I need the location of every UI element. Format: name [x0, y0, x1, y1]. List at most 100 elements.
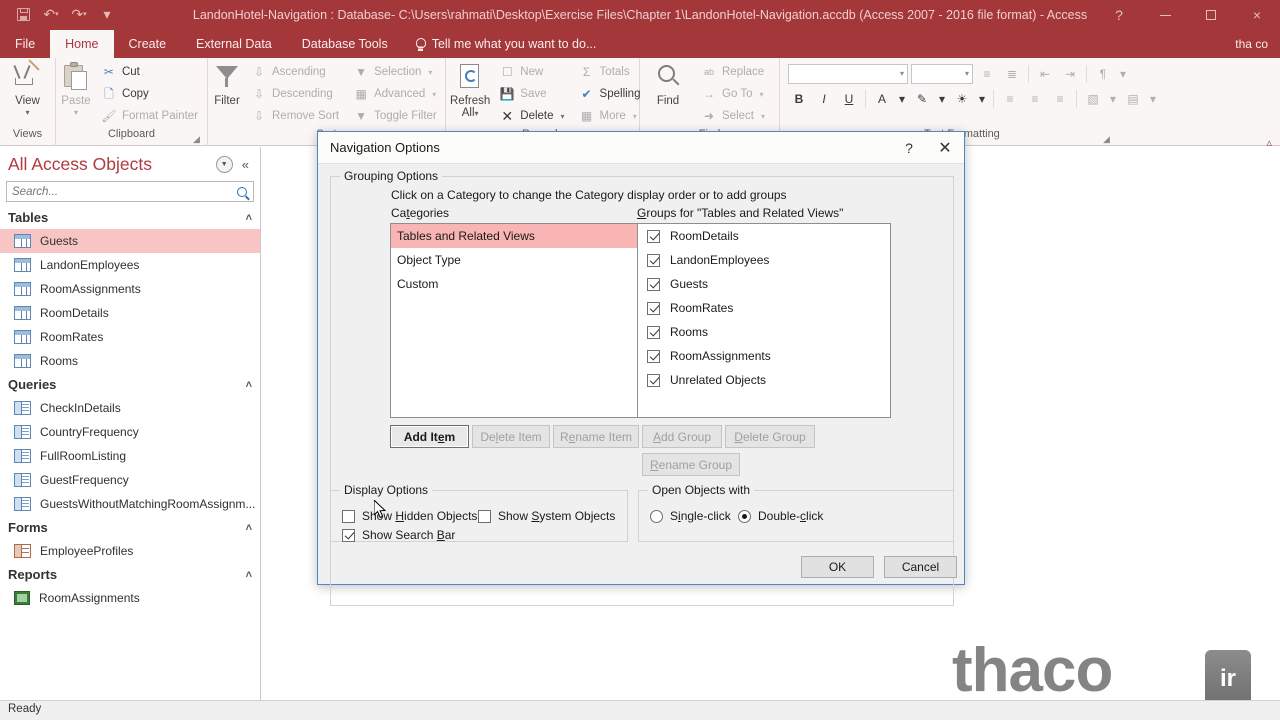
minimize-button[interactable] [1142, 0, 1188, 30]
rename-group-button[interactable]: Rename Group [642, 453, 740, 476]
dialog-close-icon[interactable]: ✕ [926, 133, 964, 163]
rename-item-button[interactable]: Re name Item [553, 425, 639, 448]
alternate-fill-icon[interactable]: ▤ [1122, 88, 1144, 109]
delete-item-button[interactable]: De l ete Item [472, 425, 550, 448]
list-item[interactable]: CheckInDetails [0, 396, 260, 420]
tab-file[interactable]: File [0, 30, 51, 58]
text-direction-icon[interactable]: ¶ [1092, 63, 1114, 84]
group-item[interactable]: Guests [638, 272, 890, 296]
double-click-radio[interactable] [738, 509, 751, 523]
group-checkbox[interactable] [647, 301, 660, 315]
category-item[interactable]: Object Type [391, 248, 638, 272]
sort-ascending-button[interactable]: ⇩ Ascending [246, 62, 344, 82]
chevron-up-icon[interactable]: ˄ [246, 522, 252, 534]
list-item[interactable]: RoomDetails [0, 301, 260, 325]
select-dropdown-arrow[interactable]: ▾ [761, 112, 765, 121]
list-item[interactable]: GuestFrequency [0, 468, 260, 492]
delete-group-button[interactable]: Delete Group [725, 425, 815, 448]
category-item[interactable]: Custom [391, 272, 638, 296]
delete-dropdown-arrow[interactable]: ▾ [561, 112, 565, 121]
restore-button[interactable] [1188, 0, 1234, 30]
advanced-dropdown-arrow[interactable]: ▾ [432, 90, 436, 99]
underline-button[interactable]: U [838, 88, 860, 109]
single-click-option[interactable]: Single-click [650, 509, 731, 523]
font-name-combo[interactable]: ▾ [788, 63, 908, 84]
font-color-caret-icon[interactable]: ▾ [896, 88, 908, 109]
group-checkbox[interactable] [647, 253, 660, 267]
delete-record-button[interactable]: ✕ Delete ▾ [494, 106, 569, 126]
cut-button[interactable]: ✂ Cut [96, 62, 203, 82]
group-item[interactable]: LandonEmployees [638, 248, 890, 272]
refresh-all-button[interactable]: Refresh All▾ [450, 62, 490, 119]
nav-group-header-queries[interactable]: Queries ˄ [0, 373, 260, 396]
text-highlight-caret-icon[interactable]: ▾ [936, 88, 948, 109]
text-direction-caret-icon[interactable]: ▾ [1117, 63, 1129, 84]
text-formatting-dialog-launcher-icon[interactable]: ◢ [1103, 135, 1112, 144]
show-search-bar-option[interactable]: Show Search Bar [342, 528, 455, 542]
background-color-caret-icon[interactable]: ▾ [976, 88, 988, 109]
bold-button[interactable]: B [788, 88, 810, 109]
list-item[interactable]: RoomRates [0, 325, 260, 349]
font-color-icon[interactable]: A [871, 88, 893, 109]
group-checkbox[interactable] [647, 349, 660, 363]
font-size-combo[interactable]: ▾ [911, 63, 973, 84]
add-item-button[interactable]: Add It e m [390, 425, 469, 448]
font-size-caret-icon[interactable]: ▾ [965, 69, 969, 78]
search-icon[interactable] [231, 186, 253, 197]
chevron-up-icon[interactable]: ˄ [246, 569, 252, 581]
group-item[interactable]: RoomRates [638, 296, 890, 320]
list-item[interactable]: CountryFrequency [0, 420, 260, 444]
single-click-radio[interactable] [650, 509, 663, 523]
help-button[interactable]: ? [1096, 0, 1142, 30]
chevron-up-icon[interactable]: ˄ [246, 379, 252, 391]
gridlines-caret-icon[interactable]: ▾ [1107, 88, 1119, 109]
add-group-button[interactable]: Add Group [642, 425, 722, 448]
category-item[interactable]: Tables and Related Views [391, 224, 638, 248]
select-button[interactable]: ➜ Select ▾ [696, 106, 770, 126]
more-dropdown-arrow[interactable]: ▾ [633, 112, 637, 121]
double-click-option[interactable]: Double-click [738, 509, 823, 523]
clipboard-dialog-launcher-icon[interactable]: ◢ [192, 135, 201, 144]
background-color-icon[interactable]: ☀ [951, 88, 973, 109]
nav-group-header-reports[interactable]: Reports ˄ [0, 563, 260, 586]
copy-button[interactable]: 🗋 Copy [96, 84, 203, 104]
replace-button[interactable]: ab Replace [696, 62, 770, 82]
tab-database-tools[interactable]: Database Tools [287, 30, 403, 58]
refresh-dropdown-arrow[interactable]: ▾ [475, 109, 479, 118]
list-item[interactable]: EmployeeProfiles [0, 539, 260, 563]
selection-filter-button[interactable]: ▼ Selection ▾ [348, 62, 442, 82]
tab-home[interactable]: Home [50, 30, 114, 58]
nav-group-header-forms[interactable]: Forms ˄ [0, 516, 260, 539]
group-checkbox[interactable] [647, 373, 660, 387]
bullets-icon[interactable]: ≡ [976, 63, 998, 84]
toggle-filter-button[interactable]: ▼ Toggle Filter [348, 106, 442, 126]
selection-dropdown-arrow[interactable]: ▾ [428, 68, 432, 77]
show-search-bar-checkbox[interactable] [342, 528, 355, 542]
show-hidden-objects-option[interactable]: Show Hidden Objects [342, 509, 477, 523]
list-item[interactable]: Rooms [0, 349, 260, 373]
group-item[interactable]: Rooms [638, 320, 890, 344]
collapse-pane-icon[interactable]: « [239, 157, 252, 172]
view-dropdown-arrow[interactable]: ▾ [25, 108, 29, 117]
show-hidden-objects-checkbox[interactable] [342, 509, 355, 523]
show-system-objects-checkbox[interactable] [478, 509, 491, 523]
nav-group-header-tables[interactable]: Tables ˄ [0, 206, 260, 229]
align-right-icon[interactable]: ≡ [1049, 88, 1071, 109]
group-checkbox[interactable] [647, 277, 660, 291]
categories-listbox[interactable]: Tables and Related Views Object Type Cus… [390, 223, 639, 418]
chevron-down-icon[interactable]: ▼ [215, 155, 233, 173]
list-item[interactable]: RoomAssignments [0, 586, 260, 610]
more-button[interactable]: ▦ More ▾ [574, 106, 646, 126]
filter-button[interactable]: Filter [212, 62, 242, 107]
decrease-indent-icon[interactable]: ⇤ [1034, 63, 1056, 84]
list-item[interactable]: GuestsWithoutMatchingRoomAssignm... [0, 492, 260, 516]
list-item[interactable]: RoomAssignments [0, 277, 260, 301]
list-item[interactable]: Guests [0, 229, 260, 253]
view-button[interactable]: View ▾ [4, 59, 51, 117]
numbering-icon[interactable]: ≣ [1001, 63, 1023, 84]
goto-button[interactable]: → Go To ▾ [696, 84, 770, 104]
group-item[interactable]: Unrelated Objects [638, 368, 890, 392]
ok-button[interactable]: OK [801, 556, 874, 578]
group-checkbox[interactable] [647, 325, 660, 339]
sort-descending-button[interactable]: ⇩ Descending [246, 84, 344, 104]
